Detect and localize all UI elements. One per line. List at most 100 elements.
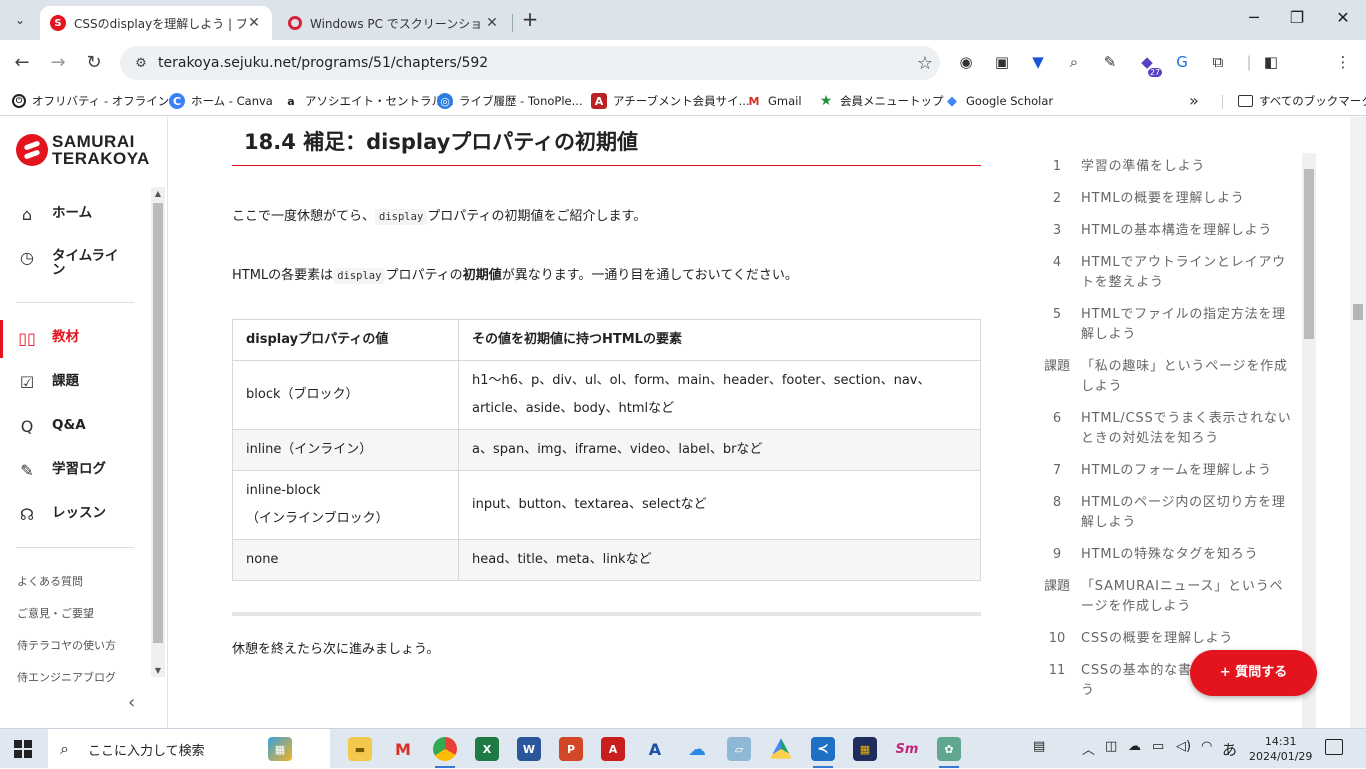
tab-search-chevron-icon[interactable]: ⌄ xyxy=(6,7,34,33)
sidebar-item-label: レッスン xyxy=(52,505,106,521)
scroll-thumb[interactable] xyxy=(1353,304,1363,320)
toc-num: 7 xyxy=(1052,463,1062,478)
page-scrollbar[interactable] xyxy=(1350,117,1366,728)
bookmark-star-icon[interactable]: ☆ xyxy=(910,53,940,74)
toc-title: HTML/CSSでうまく表示されないときの対処法を知ろう xyxy=(1081,411,1292,446)
para-text: HTMLの各要素は xyxy=(232,268,334,283)
eyedropper-icon[interactable]: ✎ xyxy=(1099,53,1121,73)
bookmark-offliberty[interactable]: ⏻ オフリバティ - オフライン... xyxy=(12,93,180,109)
table-cell: h1〜h6、p、div、ul、ol、form、main、header、foote… xyxy=(458,360,981,430)
more-bookmarks-chevron-icon[interactable]: » xyxy=(1189,91,1199,110)
sidebar: SAMURAI TERAKOYA ⌂ ホーム ◷ タイムライン ▯▯ 教材 ☑ … xyxy=(0,117,168,728)
search-icon: ⌕ xyxy=(60,739,69,758)
bookmark-member-menu[interactable]: ★ 会員メニュートップ xyxy=(818,93,944,109)
vscode-icon[interactable]: ≺ xyxy=(811,737,835,768)
scroll-up-icon[interactable]: ▲ xyxy=(151,189,165,198)
side-panel-icon[interactable]: ◧ xyxy=(1260,53,1282,73)
how-to-use-link[interactable]: 侍テラコヤの使い方 xyxy=(17,637,116,653)
table-cell: input、button、textarea、selectなど xyxy=(458,470,981,540)
forward-arrow-icon[interactable]: → xyxy=(45,50,71,76)
app-sm-icon[interactable]: Sm xyxy=(895,737,919,761)
file-explorer-icon[interactable]: ▬ xyxy=(348,737,372,761)
picture-in-picture-icon[interactable]: ▣ xyxy=(991,53,1013,73)
gmail-app-icon[interactable]: M xyxy=(391,737,415,761)
ask-question-button[interactable]: + 質問する xyxy=(1190,650,1317,696)
tab-inactive[interactable]: Windows PC でスクリーンショットを ✕ xyxy=(278,6,510,40)
app-icon[interactable]: ▱ xyxy=(727,737,751,761)
chatgpt-icon[interactable]: ✿ xyxy=(937,737,961,768)
bookmark-achievement[interactable]: A アチーブメント会員サイ... xyxy=(591,93,750,109)
bookmark-label: ホーム - Canva xyxy=(191,94,273,108)
app-grid-icon[interactable]: ▦ xyxy=(853,737,877,761)
close-tab-icon[interactable]: ✕ xyxy=(484,15,500,31)
bookmark-google-scholar[interactable]: ◆ Google Scholar xyxy=(944,93,1053,109)
notification-icon[interactable] xyxy=(1325,739,1343,755)
meet-icon[interactable]: ◫ xyxy=(1105,739,1117,754)
chrome-icon[interactable] xyxy=(433,737,457,768)
extension-search-icon[interactable]: ⌕ xyxy=(1063,53,1085,73)
collapse-sidebar-chevron-icon[interactable]: ‹ xyxy=(128,692,135,713)
excel-icon[interactable]: X xyxy=(475,737,499,761)
menu-dots-icon[interactable]: ⋮ xyxy=(1332,53,1354,73)
table-header: その値を初期値に持つHTMLの要素 xyxy=(458,319,981,361)
cell-line: （インラインブロック） xyxy=(246,511,389,526)
google-drive-icon[interactable] xyxy=(770,738,792,759)
translate-icon[interactable]: G xyxy=(1171,53,1193,73)
extension-circle-icon[interactable]: ◉ xyxy=(955,53,977,73)
site-info-icon[interactable]: ⚙ xyxy=(130,56,152,71)
address-bar[interactable]: ⚙ terakoya.sejuku.net/programs/51/chapte… xyxy=(120,46,940,80)
engineer-blog-link[interactable]: 侍エンジニアブログ xyxy=(17,669,116,685)
scroll-thumb[interactable] xyxy=(153,203,163,643)
faq-link[interactable]: よくある質問 xyxy=(17,573,83,589)
puzzle-widget-icon[interactable]: ▦ xyxy=(268,737,292,761)
tray-chevron-icon[interactable]: ︿ xyxy=(1082,739,1095,758)
extension-v-icon[interactable]: ▼ xyxy=(1027,53,1049,73)
scroll-thumb[interactable] xyxy=(1304,169,1314,339)
bookmark-associate[interactable]: a アソシエイト・セントラル... xyxy=(283,93,454,109)
reload-icon[interactable]: ↻ xyxy=(81,50,107,76)
taskbar-clock[interactable]: 14:31 2024/01/29 xyxy=(1249,734,1312,764)
chapter-list-scrollbar[interactable] xyxy=(1302,153,1316,728)
para-text: が異なります。一通り目を通しておいてください。 xyxy=(501,268,798,283)
bookmark-canva[interactable]: C ホーム - Canva xyxy=(169,93,273,109)
bookmark-gmail[interactable]: M Gmail xyxy=(746,93,802,109)
toc-title: HTMLでファイルの指定方法を理解しよう xyxy=(1081,307,1286,342)
ime-indicator[interactable]: あ xyxy=(1222,739,1237,760)
window-close-icon[interactable]: ✕ xyxy=(1329,8,1357,32)
word-icon[interactable]: W xyxy=(517,737,541,761)
restore-icon[interactable]: ❐ xyxy=(1283,8,1311,32)
new-tab-plus-icon[interactable]: + xyxy=(518,8,542,32)
extensions-puzzle-icon[interactable]: ⧉ xyxy=(1207,53,1229,73)
azure-icon[interactable]: A xyxy=(643,737,667,761)
scholar-icon: ◆ xyxy=(947,93,957,109)
minimize-icon[interactable]: ─ xyxy=(1240,8,1268,32)
cloud-icon[interactable]: ☁ xyxy=(1128,739,1141,754)
bookmark-label: 会員メニュートップ xyxy=(840,94,944,108)
close-tab-icon[interactable]: ✕ xyxy=(246,15,262,31)
sidebar-scrollbar[interactable]: ▲ ▼ xyxy=(151,187,165,677)
table-cell: head、title、meta、linkなど xyxy=(458,539,981,581)
all-bookmarks-folder[interactable]: すべてのブックマーク xyxy=(1238,93,1366,109)
acrobat-icon[interactable]: A xyxy=(601,737,625,761)
feedback-link[interactable]: ご意見・ご要望 xyxy=(17,605,94,621)
volume-icon[interactable]: ◁) xyxy=(1176,739,1191,754)
sidebar-divider xyxy=(16,302,134,303)
extension-badge-icon[interactable]: ◆ xyxy=(1136,53,1162,77)
onedrive-icon[interactable]: ☁ xyxy=(685,737,709,761)
powerpoint-icon[interactable]: P xyxy=(559,737,583,761)
sidebar-item-label: 学習ログ xyxy=(52,461,106,477)
toc-title: HTMLのフォームを理解しよう xyxy=(1081,463,1272,478)
battery-icon[interactable]: ▭ xyxy=(1152,739,1164,754)
windows-start-icon[interactable] xyxy=(14,740,32,758)
toc-num: 9 xyxy=(1052,547,1062,562)
keyboard-icon[interactable]: ▤ xyxy=(1033,739,1045,754)
para-text: プロパティの初期値をご紹介します。 xyxy=(427,209,647,224)
back-arrow-icon[interactable]: ← xyxy=(9,50,35,76)
samurai-terakoya-logo[interactable]: SAMURAI TERAKOYA xyxy=(16,133,150,167)
url-text[interactable]: terakoya.sejuku.net/programs/51/chapters… xyxy=(158,55,910,71)
wifi-icon[interactable]: ◠ xyxy=(1201,739,1212,754)
toc-num: 8 xyxy=(1052,495,1062,510)
bookmark-live-history[interactable]: ◎ ライブ履歴 - TonoPle... xyxy=(437,93,583,109)
tab-active[interactable]: S CSSのdisplayを理解しよう | プログラ ✕ xyxy=(40,6,272,40)
scroll-down-icon[interactable]: ▼ xyxy=(151,666,165,675)
